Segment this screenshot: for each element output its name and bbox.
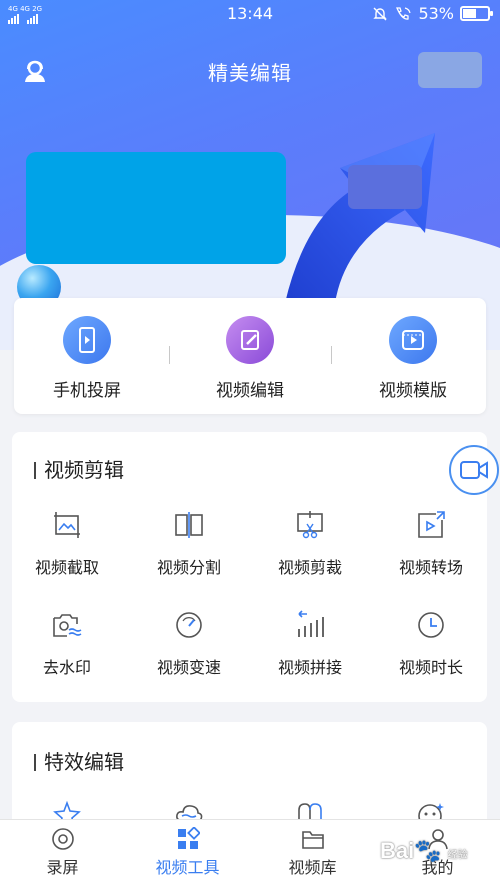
banner-small-placeholder [348,165,422,209]
camera-remove-watermark-icon [50,608,84,642]
section-title: 特效编辑 [34,746,124,775]
tab-label: 视频工具 [155,858,220,877]
quick-actions-card: 手机投屏 视频编辑 视频模版 [14,298,486,414]
record-icon [50,826,76,852]
divider [331,346,332,364]
video-template-icon [389,316,437,364]
growth-arrow-icon [285,133,435,303]
tool-video-speed[interactable]: 视频变速 [130,608,248,678]
banner-image[interactable] [26,152,286,264]
section-title: 视频剪辑 [34,454,124,483]
tab-video-tools[interactable]: 视频工具 [125,826,250,878]
tool-video-transition[interactable]: 视频转场 [372,508,490,578]
join-bars-icon [293,608,327,642]
tool-label: 视频时长 [398,658,463,677]
video-camera-icon [460,461,488,479]
tool-remove-watermark[interactable]: 去水印 [8,608,126,678]
tab-video-library[interactable]: 视频库 [250,826,375,878]
divider [169,346,170,364]
quick-action-label: 视频模版 [379,381,447,401]
quick-action-label: 视频编辑 [216,381,284,401]
tool-video-trim[interactable]: 视频剪裁 [251,508,369,578]
top-right-placeholder[interactable] [418,52,482,88]
quick-action-phone-cast[interactable]: 手机投屏 [17,316,157,401]
phone-cast-icon [63,316,111,364]
title-bar: 精美编辑 [0,52,500,88]
watermark-subtext: 经验 [447,850,468,861]
speedometer-icon [172,608,206,642]
floating-record-button[interactable] [449,445,499,495]
crop-image-icon [50,508,84,542]
tab-record[interactable]: 录屏 [0,826,125,878]
tool-video-capture[interactable]: 视频截取 [8,508,126,578]
tools-grid-icon [175,826,201,852]
tab-label: 录屏 [46,858,79,877]
pencil-icon [226,316,274,364]
tool-label: 视频拼接 [277,658,342,677]
clock-icon [414,608,448,642]
watermark-paw-icon: 🐾 [414,838,442,863]
quick-action-video-template[interactable]: 视频模版 [343,316,483,401]
transition-icon [414,508,448,542]
tool-video-join[interactable]: 视频拼接 [251,608,369,678]
bell-muted-icon [373,7,388,20]
tool-label: 视频截取 [34,558,99,577]
tool-label: 视频变速 [156,658,221,677]
folder-icon [300,826,326,852]
battery-icon [460,6,493,21]
tool-label: 视频剪裁 [277,558,342,577]
tool-label: 去水印 [42,658,91,677]
call-icon [396,6,412,20]
quick-action-video-edit[interactable]: 视频编辑 [180,316,320,401]
tab-label: 视频库 [288,858,337,877]
tool-video-duration[interactable]: 视频时长 [372,608,490,678]
scissors-frame-icon [293,508,327,542]
split-icon [172,508,206,542]
tool-label: 视频转场 [398,558,463,577]
status-bar: 4G 4G 2G 13:44 53% [0,0,500,28]
watermark-text: Bai [380,838,415,863]
battery-percent: 53% [418,4,454,23]
status-right: 53% [372,4,493,23]
watermark: Bai🐾 经验 [380,838,468,864]
quick-action-label: 手机投屏 [53,381,121,401]
tool-video-split[interactable]: 视频分割 [130,508,248,578]
tool-label: 视频分割 [156,558,221,577]
video-edit-section: 视频剪辑 视频截取 视频分割 视频剪裁 视频转场 去水印 视频变速 视频拼接 视… [12,432,487,702]
